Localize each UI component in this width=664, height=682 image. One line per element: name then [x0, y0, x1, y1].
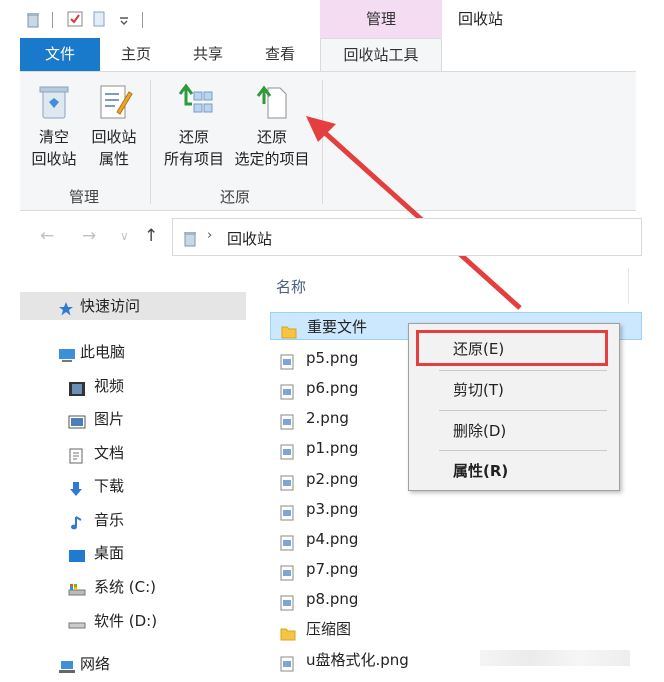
nav-item-desktop[interactable]: 桌面	[20, 539, 246, 567]
file-name: p6.png	[306, 379, 359, 397]
music-note-icon	[70, 512, 84, 540]
forward-arrow-icon[interactable]: →	[82, 226, 96, 246]
address-bar-row: ← → ∨ ↑ › 回收站	[20, 214, 664, 262]
nav-label: 视频	[94, 377, 125, 395]
nav-item-drive-c[interactable]: 系统 (C:)	[20, 573, 246, 601]
nav-label: 音乐	[94, 511, 125, 529]
address-bar[interactable]: › 回收站	[172, 218, 642, 256]
nav-label: 软件 (D:)	[94, 612, 158, 630]
file-row[interactable]: p7.png	[270, 555, 642, 583]
file-name: p4.png	[306, 530, 359, 548]
file-name: 重要文件	[307, 318, 368, 336]
file-row[interactable]: p3.png	[270, 495, 642, 523]
column-separator[interactable]	[628, 268, 629, 304]
context-menu-delete[interactable]: 删除(D)	[409, 416, 619, 446]
context-menu-separator	[439, 450, 607, 451]
file-name: p7.png	[306, 560, 359, 578]
network-icon	[58, 656, 76, 682]
context-menu-separator	[439, 370, 607, 371]
recent-locations-chevron-icon[interactable]: ∨	[120, 229, 129, 243]
file-name: p2.png	[306, 470, 359, 488]
back-arrow-icon[interactable]: ←	[40, 226, 54, 246]
nav-label: 下载	[94, 477, 125, 495]
nav-item-network[interactable]: 网络	[20, 650, 246, 678]
context-menu-separator	[439, 410, 607, 411]
nav-label: 快速访问	[80, 297, 141, 315]
file-name: 2.png	[306, 409, 349, 427]
nav-item-this-pc[interactable]: 此电脑	[20, 338, 246, 366]
context-menu-properties[interactable]: 属性(R)	[409, 456, 619, 486]
context-menu-cut[interactable]: 剪切(T)	[409, 375, 619, 405]
nav-label: 桌面	[94, 544, 125, 562]
nav-label: 系统 (C:)	[94, 578, 156, 596]
nav-item-videos[interactable]: 视频	[20, 372, 246, 400]
file-name: 压缩图	[306, 620, 352, 638]
desktop-icon	[68, 545, 86, 573]
nav-label: 图片	[94, 410, 125, 428]
nav-label: 文档	[94, 444, 125, 462]
file-row[interactable]: p4.png	[270, 525, 642, 553]
nav-item-downloads[interactable]: 下载	[20, 472, 246, 500]
recycle-bin-icon	[184, 232, 196, 247]
download-arrow-icon	[68, 478, 84, 506]
file-row[interactable]: 压缩图	[270, 615, 642, 643]
blurred-watermark	[480, 650, 630, 666]
pictures-icon	[68, 411, 86, 439]
file-name: p3.png	[306, 500, 359, 518]
image-file-icon	[280, 653, 294, 681]
annotation-highlight-box	[416, 330, 608, 366]
video-icon	[68, 378, 86, 406]
file-name: u盘格式化.png	[306, 651, 409, 669]
file-name: p1.png	[306, 439, 359, 457]
nav-item-quick-access[interactable]: 快速访问	[20, 292, 246, 320]
nav-label: 此电脑	[80, 343, 126, 361]
document-icon	[68, 445, 84, 473]
column-header-name[interactable]: 名称	[276, 276, 306, 297]
nav-item-music[interactable]: 音乐	[20, 506, 246, 534]
navigation-pane: 快速访问 此电脑 视频 图片 文档 下载 音乐 桌面 系统 (C:) 软件 (D…	[20, 262, 246, 682]
file-name: p8.png	[306, 590, 359, 608]
nav-item-drive-d[interactable]: 软件 (D:)	[20, 607, 246, 635]
nav-item-documents[interactable]: 文档	[20, 439, 246, 467]
drive-icon	[68, 613, 86, 641]
computer-icon	[58, 344, 76, 372]
breadcrumb-path[interactable]: 回收站	[227, 228, 272, 249]
up-arrow-icon[interactable]: ↑	[144, 226, 158, 246]
file-name: p5.png	[306, 349, 359, 367]
star-icon	[58, 298, 74, 326]
nav-item-pictures[interactable]: 图片	[20, 405, 246, 433]
breadcrumb-chevron-icon[interactable]: ›	[207, 228, 212, 243]
nav-label: 网络	[80, 655, 111, 673]
system-drive-icon	[68, 579, 86, 607]
file-row[interactable]: p8.png	[270, 585, 642, 613]
